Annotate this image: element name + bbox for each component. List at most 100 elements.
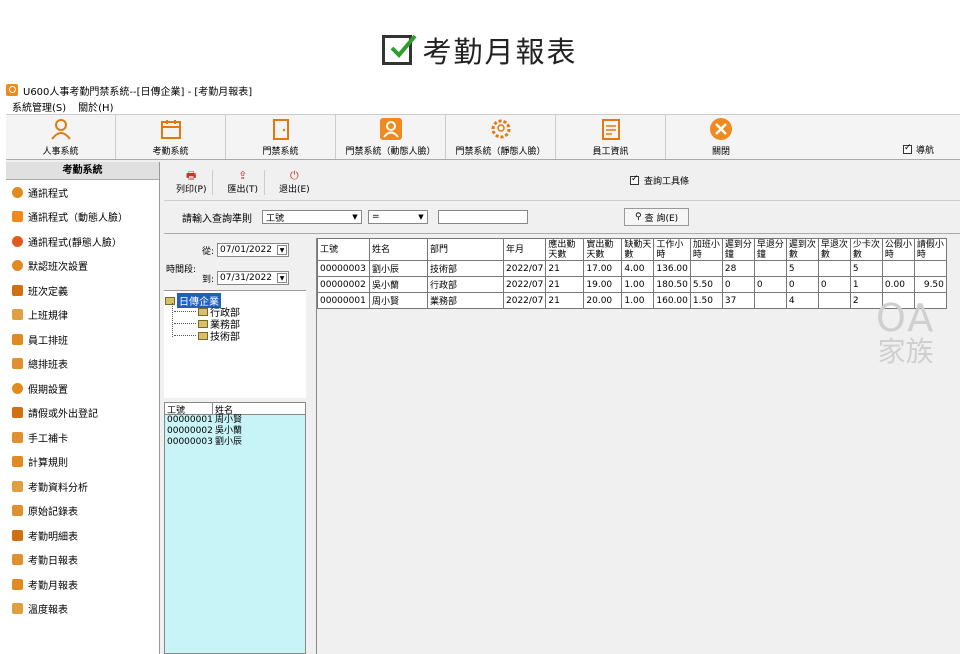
leave-icon xyxy=(12,407,23,419)
report-grid: 工號 姓名 部門 年月 應出勤天數 實出勤天數 缺勤天數 工作小時 加班小時 遲… xyxy=(316,238,960,654)
query-row: 請輸入查詢準則 工號 ▼ = ▼ ⚲ 查 詢(E) xyxy=(164,200,960,234)
employee-list: 工號 姓名 00000001 周小賢 00000002 吳小蘭 00000003… xyxy=(164,402,306,654)
report-icon xyxy=(12,578,23,590)
sidebar-item-comm-dynamic[interactable]: 通訊程式（動態人臉） xyxy=(6,205,159,230)
exit-button[interactable]: ⏻ 退出(E) xyxy=(273,170,316,196)
rule-icon xyxy=(12,309,23,321)
holiday-icon xyxy=(12,382,23,394)
access-static-face-button[interactable]: 門禁系統（靜態人臉） xyxy=(446,115,556,159)
sidebar-item-holiday[interactable]: 假期設置 xyxy=(6,376,159,401)
sidebar-item-raw-records[interactable]: 原始記錄表 xyxy=(6,499,159,524)
printer-icon: 🖶 xyxy=(186,169,197,182)
table-row[interactable]: 00000003 劉小辰 技術部 2022/07 21 17.00 4.00 136.00 28… xyxy=(317,260,947,277)
attendance-system-button[interactable]: 考勤系統 xyxy=(116,115,226,159)
from-date-picker[interactable]: 07/01/2022 ▼ xyxy=(217,243,290,257)
export-button[interactable]: ⇪ 匯出(T) xyxy=(221,170,265,195)
chevron-down-icon: ▼ xyxy=(277,245,288,255)
print-button[interactable]: 🖶 列印(P) xyxy=(170,169,214,195)
sidebar-item-manual-card[interactable]: 手工補卡 xyxy=(6,425,159,450)
col-header[interactable]: 遲到次數 xyxy=(785,238,819,261)
module-toolbar: 人事系統 考勤系統 門禁系統 門禁系統（動態人臉） 門禁系統（靜態人臉） 員工資… xyxy=(6,114,960,160)
sidebar-item-master-schedule[interactable]: 總排班表 xyxy=(6,352,159,377)
gear-face-icon xyxy=(489,117,513,141)
query-toolbar-checkbox[interactable] xyxy=(630,174,639,185)
col-header[interactable]: 遲到分鐘 xyxy=(721,238,755,261)
card-icon xyxy=(12,431,23,443)
query-value-input[interactable] xyxy=(438,210,528,224)
shift-icon xyxy=(12,284,23,296)
watermark: OA 家族 xyxy=(876,296,936,368)
query-button[interactable]: ⚲ 查 詢(E) xyxy=(624,208,690,226)
sidebar-item-detail-report[interactable]: 考勤明細表 xyxy=(6,523,159,548)
col-header[interactable]: 工號 xyxy=(317,238,370,261)
binoculars-icon: ⚲ xyxy=(635,212,642,222)
settings-icon xyxy=(12,260,23,272)
col-header[interactable]: 應出勤天數 xyxy=(545,238,585,261)
col-header[interactable]: 實出勤天數 xyxy=(583,238,623,261)
page-banner: 考勤月報表 xyxy=(0,28,960,72)
sidebar-item-calc-rule[interactable]: 計算規則 xyxy=(6,450,159,475)
access-system-button[interactable]: 門禁系統 xyxy=(226,115,336,159)
query-field-select[interactable]: 工號 ▼ xyxy=(262,210,362,224)
col-header[interactable]: 加班小時 xyxy=(689,238,723,261)
access-dynamic-face-button[interactable]: 門禁系統（動態人臉） xyxy=(336,115,446,159)
table-row[interactable]: 00000001 周小賢 業務部 2022/07 21 20.00 1.00 160.00 1.… xyxy=(317,292,947,309)
chevron-down-icon: ▼ xyxy=(352,213,358,221)
folder-icon xyxy=(198,331,208,340)
sidebar: 考勤系統 通訊程式 通訊程式（動態人臉） 通訊程式(靜態人臉） 默認班次設置 班… xyxy=(6,162,160,654)
department-tree: 日傳企業 行政部 業務部 技術部 xyxy=(164,290,306,398)
nav-toggle[interactable]: 導航 xyxy=(902,143,934,156)
menu-bar: 系統管理(S) 關於(H) xyxy=(6,98,960,114)
query-operator-select[interactable]: = ▼ xyxy=(368,210,428,224)
col-header[interactable]: 姓名 xyxy=(369,238,428,261)
edit-icon xyxy=(12,505,23,517)
app-window: U600人事考勤門禁系統--[日傳企業] - [考勤月報表] 系統管理(S) 關… xyxy=(6,82,960,654)
menu-system[interactable]: 系統管理(S) xyxy=(12,99,66,114)
banner-title: 考勤月報表 xyxy=(422,35,578,69)
sidebar-item-default-shift[interactable]: 默認班次設置 xyxy=(6,254,159,279)
sidebar-item-leave[interactable]: 請假或外出登記 xyxy=(6,401,159,426)
sidebar-item-analysis[interactable]: 考勤資料分析 xyxy=(6,474,159,499)
list-item[interactable]: 00000001 周小賢 xyxy=(165,415,305,426)
col-header[interactable]: 工作小時 xyxy=(653,238,691,261)
tree-node-tech[interactable]: 技術部 xyxy=(174,328,240,343)
menu-about[interactable]: 關於(H) xyxy=(78,99,113,114)
col-header[interactable]: 早退分鐘 xyxy=(753,238,787,261)
col-header[interactable]: 請假小時 xyxy=(913,238,947,261)
sidebar-item-work-rule[interactable]: 上班規律 xyxy=(6,303,159,328)
door-icon xyxy=(269,117,293,141)
sidebar-item-schedule[interactable]: 員工排班 xyxy=(6,327,159,352)
col-header[interactable]: 早退次數 xyxy=(817,238,851,261)
face-icon xyxy=(12,211,23,223)
list-item[interactable]: 00000003 劉小辰 xyxy=(165,437,305,448)
close-button[interactable]: 關閉 xyxy=(666,115,776,159)
hr-system-button[interactable]: 人事系統 xyxy=(6,115,116,159)
list-item[interactable]: 00000002 吳小蘭 xyxy=(165,426,305,437)
col-header[interactable]: 部門 xyxy=(427,238,504,261)
checkbox-icon xyxy=(382,34,418,65)
edit-icon xyxy=(12,603,23,615)
report-icon xyxy=(12,529,23,541)
sidebar-item-comm-static[interactable]: 通訊程式(靜態人臉） xyxy=(6,229,159,254)
document-icon xyxy=(599,117,623,141)
table-header-row: 工號 姓名 部門 年月 應出勤天數 實出勤天數 缺勤天數 工作小時 加班小時 遲… xyxy=(317,238,947,261)
sidebar-item-shift-define[interactable]: 班次定義 xyxy=(6,278,159,303)
employee-list-header: 工號 姓名 xyxy=(165,403,305,416)
col-header[interactable]: 缺勤天數 xyxy=(621,238,655,261)
sidebar-header: 考勤系統 xyxy=(6,162,159,180)
date-filter: 從: 07/01/2022 ▼ 時間段: 到: 07/31/2022 ▼ xyxy=(164,238,306,290)
schedule-icon xyxy=(12,333,23,345)
query-toolbar-toggle[interactable]: 查詢工具條 xyxy=(630,174,689,187)
nav-checkbox[interactable] xyxy=(902,143,912,154)
monthly-report-table: 工號 姓名 部門 年月 應出勤天數 實出勤天數 缺勤天數 工作小時 加班小時 遲… xyxy=(317,238,947,309)
col-header[interactable]: 公假小時 xyxy=(881,238,915,261)
employee-info-button[interactable]: 員工資訊 xyxy=(556,115,666,159)
sidebar-item-comm[interactable]: 通訊程式 xyxy=(6,180,159,205)
col-header[interactable]: 少卡次數 xyxy=(849,238,883,261)
sidebar-item-temperature-report[interactable]: 溫度報表 xyxy=(6,597,159,622)
sidebar-item-daily-report[interactable]: 考勤日報表 xyxy=(6,548,159,573)
table-row[interactable]: 00000002 吳小蘭 行政部 2022/07 21 19.00 1.00 180.50 5.… xyxy=(317,276,947,293)
to-date-picker[interactable]: 07/31/2022 ▼ xyxy=(217,271,290,285)
sidebar-item-monthly-report[interactable]: 考勤月報表 xyxy=(6,572,159,597)
col-header[interactable]: 年月 xyxy=(502,238,547,261)
